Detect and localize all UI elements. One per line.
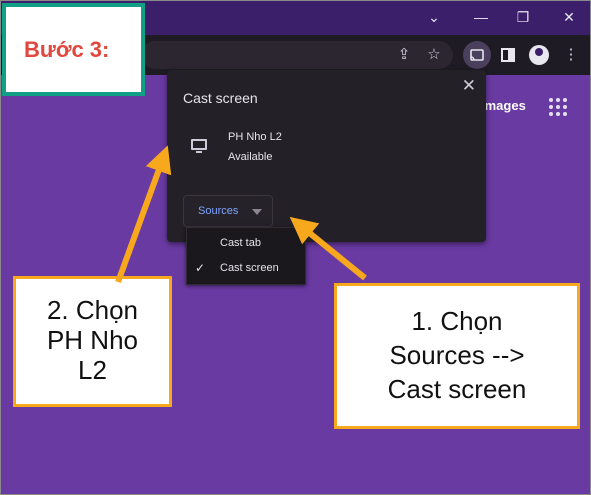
- arrow-to-sources: [289, 216, 367, 281]
- arrow-to-device: [115, 145, 172, 284]
- callout-arrows: [115, 145, 367, 284]
